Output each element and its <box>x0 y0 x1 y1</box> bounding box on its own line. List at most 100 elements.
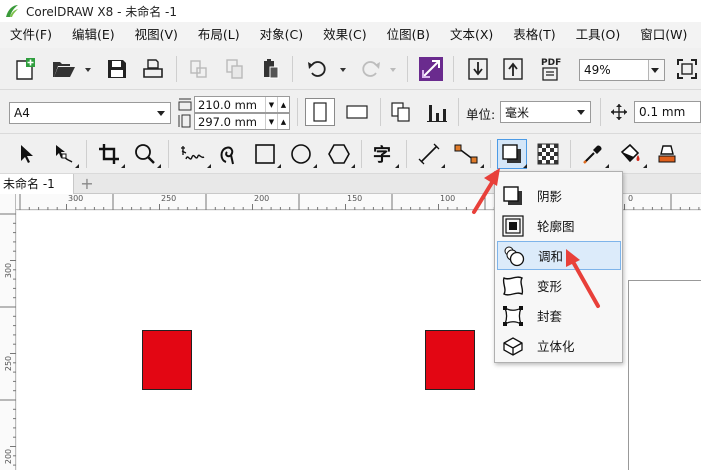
pick-tool-button[interactable] <box>14 140 40 168</box>
flyout-indicator-icon <box>157 164 161 168</box>
flyout-item-label: 变形 <box>537 279 563 294</box>
toolbar-separator <box>407 56 408 82</box>
text-tool-button[interactable]: 字 <box>370 140 396 168</box>
page-size-value: A4 <box>14 106 30 120</box>
toolbar-separator <box>176 56 177 82</box>
menu-edit[interactable]: 编辑(E) <box>62 22 125 48</box>
current-page-button[interactable] <box>424 98 450 126</box>
paste-button[interactable] <box>258 56 284 82</box>
menu-table[interactable]: 表格(T) <box>503 22 565 48</box>
menu-effects[interactable]: 效果(C) <box>313 22 376 48</box>
toolbar-separator <box>380 98 381 126</box>
freehand-tool-button[interactable] <box>178 140 208 168</box>
dimension-tool-button[interactable] <box>416 140 442 168</box>
document-tab[interactable]: 未命名 -1 <box>0 174 74 194</box>
menu-text[interactable]: 文本(X) <box>440 22 503 48</box>
connector-tool-button[interactable] <box>452 140 480 168</box>
menu-window[interactable]: 窗口(W) <box>630 22 697 48</box>
interactive-fill-tool-button[interactable] <box>616 140 644 168</box>
toolbar-separator <box>570 140 571 168</box>
distort-icon <box>501 274 525 298</box>
flyout-indicator-icon <box>523 164 527 168</box>
undo-button[interactable] <box>304 56 332 82</box>
menu-object[interactable]: 对象(C) <box>250 22 313 48</box>
down-arrow-icon[interactable]: ▼ <box>265 97 277 112</box>
up-arrow-icon[interactable]: ▲ <box>277 97 289 112</box>
flyout-item-extrude[interactable]: 立体化 <box>497 331 621 360</box>
red-rectangle-left[interactable] <box>142 330 192 390</box>
export-button[interactable] <box>500 56 526 82</box>
red-rectangle-right[interactable] <box>425 330 475 390</box>
vertical-ruler[interactable]: 300 250 200 <box>0 194 16 470</box>
menu-help[interactable]: 帮助 <box>697 22 701 48</box>
undo-icon <box>308 61 326 77</box>
corel-connect-button[interactable] <box>418 56 444 82</box>
chevron-down-icon <box>577 110 585 115</box>
page-width-field[interactable]: 210.0 mm ▼ ▲ <box>194 96 290 113</box>
zoom-level-combo[interactable]: 49% <box>579 59 665 81</box>
eyedropper-tool-button[interactable] <box>580 140 606 168</box>
menu-bitmaps[interactable]: 位图(B) <box>377 22 440 48</box>
flyout-item-drop-shadow[interactable]: 阴影 <box>497 181 621 210</box>
ruler-tick-label: 100 <box>440 194 456 203</box>
ellipse-tool-button[interactable] <box>288 140 314 168</box>
copy-disabled-button[interactable] <box>222 56 248 82</box>
menu-view[interactable]: 视图(V) <box>125 22 188 48</box>
redo-dropdown-icon[interactable] <box>390 68 396 72</box>
open-button[interactable] <box>50 56 78 82</box>
redo-button[interactable] <box>356 56 384 82</box>
crop-icon <box>99 144 119 164</box>
drop-shadow-icon <box>501 184 525 208</box>
import-button[interactable] <box>465 56 491 82</box>
publish-pdf-button[interactable]: PDF <box>536 55 566 83</box>
flyout-item-contour[interactable]: 轮廓图 <box>497 211 621 240</box>
artistic-media-tool-button[interactable] <box>216 140 242 168</box>
add-tab-icon[interactable]: + <box>80 176 94 192</box>
portrait-button[interactable] <box>305 98 335 126</box>
polygon-tool-button[interactable] <box>326 140 352 168</box>
toolbar-separator <box>86 140 87 168</box>
down-arrow-icon[interactable]: ▼ <box>265 114 277 129</box>
import-disabled-button[interactable] <box>186 56 212 82</box>
new-document-button[interactable] <box>12 56 38 82</box>
import-icon <box>468 58 488 80</box>
page-height-field[interactable]: 297.0 mm ▼ ▲ <box>194 113 290 130</box>
flyout-indicator-icon <box>441 164 445 168</box>
new-document-icon <box>16 58 35 80</box>
zoom-tool-button[interactable] <box>132 140 158 168</box>
smart-fill-tool-button[interactable] <box>654 140 680 168</box>
ruler-tick-label: 200 <box>4 448 14 465</box>
nudge-distance-field[interactable]: 0.1 mm <box>634 101 701 123</box>
print-button[interactable] <box>140 56 166 82</box>
checkerboard-icon <box>537 143 559 165</box>
units-value: 毫米 <box>505 105 530 120</box>
rectangle-tool-button[interactable] <box>252 140 278 168</box>
flyout-indicator-icon <box>121 164 125 168</box>
save-button[interactable] <box>104 56 130 82</box>
units-select[interactable]: 毫米 <box>500 101 591 123</box>
undo-dropdown-icon[interactable] <box>340 68 346 72</box>
coreldraw-logo-icon <box>6 5 18 17</box>
open-dropdown-icon[interactable] <box>85 68 91 72</box>
menu-file[interactable]: 文件(F) <box>0 22 62 48</box>
shape-tool-button[interactable] <box>50 140 76 168</box>
eyedropper-icon <box>583 145 602 164</box>
toolbox: 字 <box>0 134 701 174</box>
menu-tools[interactable]: 工具(O) <box>566 22 631 48</box>
flyout-item-blend[interactable]: 调和 <box>497 241 621 270</box>
flyout-indicator-icon <box>277 164 281 168</box>
export-icon <box>503 58 523 80</box>
transparency-tool-button[interactable] <box>535 140 561 168</box>
landscape-button[interactable] <box>342 98 372 126</box>
full-screen-button[interactable] <box>675 57 699 81</box>
ruler-tick-label: 300 <box>4 262 14 279</box>
crop-tool-button[interactable] <box>96 140 122 168</box>
toolbar-separator <box>168 140 169 168</box>
all-pages-button[interactable] <box>388 98 414 126</box>
up-arrow-icon[interactable]: ▲ <box>277 114 289 129</box>
page-size-select[interactable]: A4 <box>9 102 171 124</box>
property-bar: A4 210.0 mm ▼ ▲ 297.0 mm ▼ ▲ 单位: 毫米 0.1 … <box>0 90 701 134</box>
flyout-item-envelope[interactable]: 封套 <box>497 301 621 330</box>
menu-layout[interactable]: 布局(L) <box>188 22 250 48</box>
flyout-item-distort[interactable]: 变形 <box>497 271 621 300</box>
